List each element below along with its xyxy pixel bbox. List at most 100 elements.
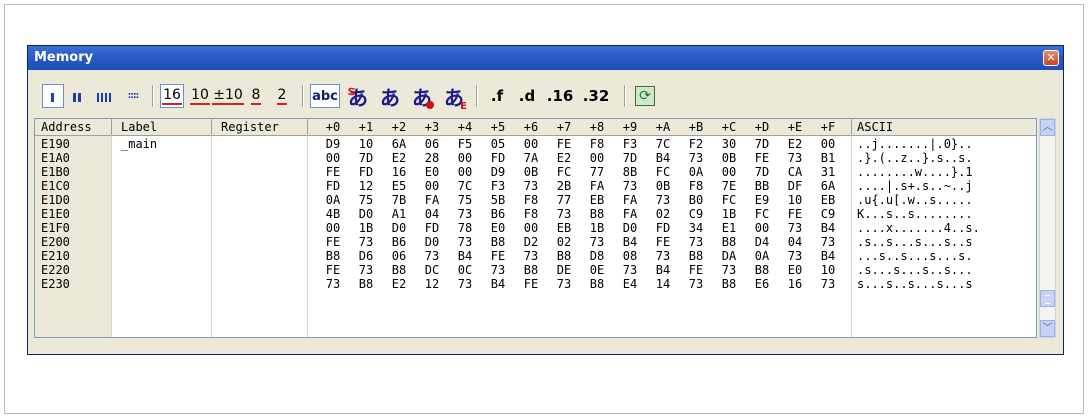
byte-cell[interactable]: E6 (750, 277, 774, 291)
byte-cell[interactable]: 10 (816, 263, 840, 277)
address-cell[interactable]: E200 (41, 235, 70, 249)
byte-cell[interactable]: 12 (354, 179, 378, 193)
byte-cell[interactable]: B0 (684, 193, 708, 207)
byte-cell[interactable]: 30 (717, 137, 741, 151)
byte-cell[interactable]: B4 (453, 249, 477, 263)
byte-cell[interactable]: 00 (519, 221, 543, 235)
byte-cell[interactable]: 7D (750, 165, 774, 179)
byte-cell[interactable]: B4 (651, 263, 675, 277)
byte-cell[interactable]: 7D (354, 151, 378, 165)
byte-cell[interactable]: FA (585, 179, 609, 193)
byte-cell[interactable]: 2B (552, 179, 576, 193)
float-button[interactable]: .f (484, 84, 510, 108)
ascii-cell[interactable]: K...s..s........ (857, 207, 973, 221)
byte-cell[interactable]: B4 (816, 249, 840, 263)
byte-cell[interactable]: 16 (783, 277, 807, 291)
byte-cell[interactable]: FD (651, 221, 675, 235)
header-ascii[interactable]: ASCII (857, 120, 893, 134)
binary-button[interactable]: 2 (272, 84, 292, 108)
byte-cell[interactable]: 73 (321, 277, 345, 291)
byte-cell[interactable]: 73 (354, 235, 378, 249)
byte-cell[interactable]: 7C (453, 179, 477, 193)
byte-cell[interactable]: 00 (816, 137, 840, 151)
byte-cell[interactable]: 02 (552, 235, 576, 249)
address-cell[interactable]: E1F0 (41, 221, 70, 235)
byte-cell[interactable]: 00 (585, 151, 609, 165)
byte-cell[interactable]: FD (321, 179, 345, 193)
address-cell[interactable]: E1A0 (41, 151, 70, 165)
jis-button[interactable]: あ (376, 84, 404, 110)
byte-cell[interactable]: FC (717, 193, 741, 207)
hex-button[interactable]: 16 (160, 84, 184, 108)
byte-cell[interactable]: 1B (585, 221, 609, 235)
byte-cell[interactable]: 73 (684, 151, 708, 165)
byte-cell[interactable]: 73 (684, 277, 708, 291)
table-row[interactable]: E1E0 4B D0 A1 04 73 B6 F8 73 B8 FA 02 C9 1B FC FE C9 K...… (35, 207, 1036, 221)
byte-cell[interactable]: D9 (321, 137, 345, 151)
scroll-thumb[interactable] (1040, 290, 1055, 307)
byte-cell[interactable]: 14 (651, 277, 675, 291)
byte-cell[interactable]: EB (552, 221, 576, 235)
byte-cell[interactable]: E0 (420, 165, 444, 179)
byte-cell[interactable]: 31 (816, 165, 840, 179)
byte-cell[interactable]: 7D (618, 151, 642, 165)
ascii-cell[interactable]: ..j.......|.0}.. (857, 137, 973, 151)
byte-cell[interactable]: 73 (816, 235, 840, 249)
byte-cell[interactable]: 10 (783, 193, 807, 207)
byte-cell[interactable]: 1B (354, 221, 378, 235)
byte-cell[interactable]: E5 (387, 179, 411, 193)
ascii-cell[interactable]: .s..s...s...s..s (857, 235, 973, 249)
view-2-column-button[interactable] (66, 84, 90, 108)
header-label[interactable]: Label (121, 120, 157, 134)
byte-cell[interactable]: 00 (321, 151, 345, 165)
byte-cell[interactable]: 73 (453, 277, 477, 291)
byte-cell[interactable]: F8 (519, 193, 543, 207)
byte-cell[interactable]: FE (552, 137, 576, 151)
byte-cell[interactable]: 73 (783, 249, 807, 263)
byte-cell[interactable]: 75 (453, 193, 477, 207)
byte-cell[interactable]: 04 (420, 207, 444, 221)
byte-cell[interactable]: 77 (585, 165, 609, 179)
byte-cell[interactable]: 00 (750, 221, 774, 235)
byte-cell[interactable]: 00 (420, 179, 444, 193)
byte-cell[interactable]: 73 (717, 263, 741, 277)
byte-cell[interactable]: 00 (453, 151, 477, 165)
byte-cell[interactable]: C9 (684, 207, 708, 221)
byte-cell[interactable]: BB (750, 179, 774, 193)
byte-cell[interactable]: B8 (717, 277, 741, 291)
byte-cell[interactable]: 73 (618, 179, 642, 193)
byte-cell[interactable]: D0 (354, 207, 378, 221)
byte-cell[interactable]: DA (717, 249, 741, 263)
fixed32-button[interactable]: .32 (580, 84, 612, 108)
byte-cell[interactable]: CA (783, 165, 807, 179)
byte-cell[interactable]: FA (618, 193, 642, 207)
address-cell[interactable]: E220 (41, 263, 70, 277)
byte-cell[interactable]: F5 (453, 137, 477, 151)
byte-cell[interactable]: D0 (618, 221, 642, 235)
byte-cell[interactable]: F2 (684, 137, 708, 151)
byte-cell[interactable]: F8 (519, 207, 543, 221)
signed-decimal-button[interactable]: ±10 (212, 84, 244, 108)
byte-cell[interactable]: FE (684, 263, 708, 277)
byte-cell[interactable]: 02 (651, 207, 675, 221)
address-cell[interactable]: E1E0 (41, 207, 70, 221)
table-row[interactable]: E230 73 B8 E2 12 73 B4 FE 73 B8 E4 14 73 B8 E6 16 73 s...… (35, 277, 1036, 291)
byte-cell[interactable]: E2 (387, 151, 411, 165)
byte-cell[interactable]: B8 (552, 249, 576, 263)
label-cell[interactable]: _main (121, 137, 157, 151)
byte-cell[interactable]: 7D (750, 137, 774, 151)
address-cell[interactable]: E1C0 (41, 179, 70, 193)
double-button[interactable]: .d (514, 84, 540, 108)
byte-cell[interactable]: DF (783, 179, 807, 193)
address-cell[interactable]: E1D0 (41, 193, 70, 207)
header-register[interactable]: Register (221, 120, 279, 134)
ascii-button[interactable]: abc (310, 84, 340, 108)
byte-cell[interactable]: 5B (486, 193, 510, 207)
byte-cell[interactable]: B1 (816, 151, 840, 165)
byte-cell[interactable]: C9 (816, 207, 840, 221)
byte-cell[interactable]: 0B (519, 165, 543, 179)
byte-cell[interactable]: 73 (783, 151, 807, 165)
byte-cell[interactable]: 73 (354, 263, 378, 277)
ascii-cell[interactable]: .u{.u[.w..s..... (857, 193, 973, 207)
byte-cell[interactable]: 8B (618, 165, 642, 179)
